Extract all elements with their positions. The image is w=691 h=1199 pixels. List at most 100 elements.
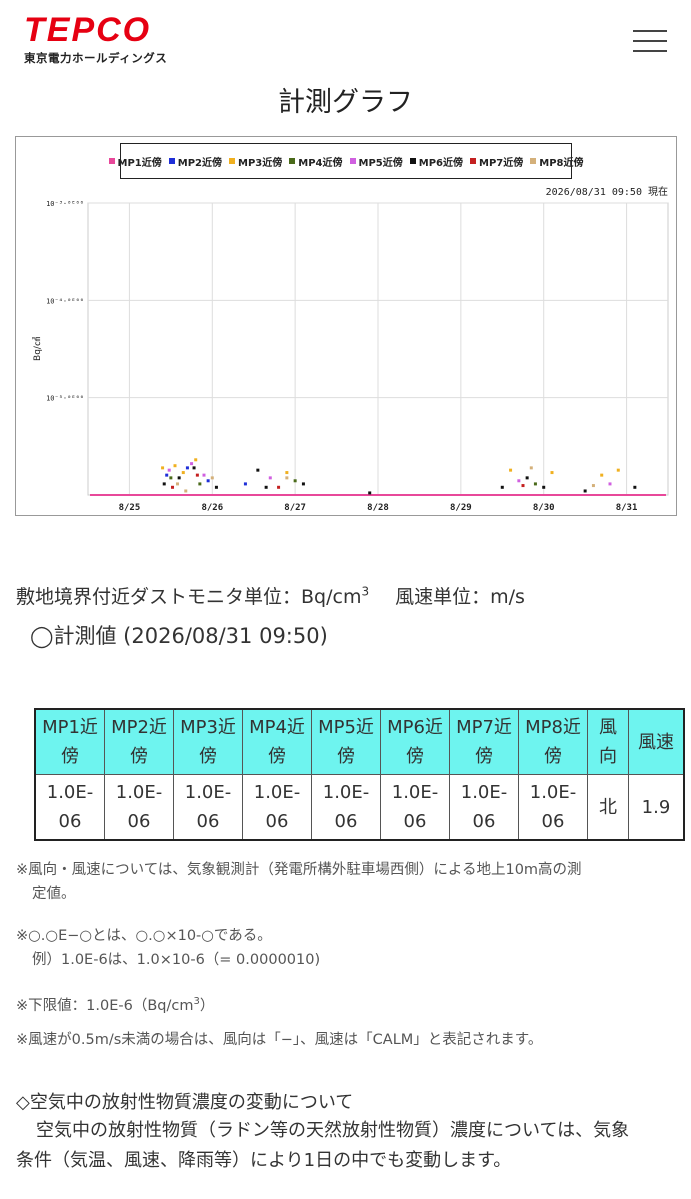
legend-swatch	[168, 158, 175, 164]
legend-item: MP6近傍	[409, 154, 463, 169]
data-point	[169, 476, 173, 480]
tepco-logo[interactable]: TEPCO 東京電力ホールディングス	[24, 12, 167, 66]
x-tick-label: 8/29	[450, 503, 472, 513]
legend-swatch	[108, 158, 115, 164]
legend-swatch	[229, 158, 235, 164]
data-point	[533, 482, 537, 486]
legend-item: MP5近傍	[349, 154, 403, 169]
logo-subtitle: 東京電力ホールディングス	[24, 51, 168, 65]
data-point	[608, 482, 612, 486]
legend-swatch	[409, 158, 416, 164]
data-point	[256, 468, 260, 472]
unit-superscript: 3	[361, 584, 370, 599]
section-heading: ◇空気中の放射性物質濃度の変動について	[16, 1092, 354, 1113]
note-calm: ※風速が0.5m/s未満の場合は、風向は「−」、風速は「CALM」と表記されます…	[16, 1032, 543, 1048]
data-point	[185, 466, 189, 470]
hamburger-menu-icon[interactable]	[633, 30, 667, 52]
legend-label: MP4近傍	[298, 157, 343, 169]
logo-wordmark: TEPCO	[24, 11, 152, 49]
x-tick-label: 8/31	[616, 503, 638, 513]
note-lower-limit-end: ）	[199, 997, 215, 1014]
table-cell: 1.9	[628, 774, 685, 841]
x-tick-label: 8/30	[533, 503, 555, 513]
legend-item: MP8近傍	[530, 154, 584, 169]
table-header-cell: 風速	[628, 708, 685, 775]
data-point	[529, 466, 533, 470]
legend-item: MP2近傍	[168, 154, 222, 169]
data-point	[600, 473, 604, 477]
data-point	[198, 482, 202, 486]
data-point	[509, 468, 513, 472]
legend-label: MP8近傍	[539, 157, 584, 169]
legend-swatch	[289, 158, 296, 164]
table-header-cell: MP4近傍	[242, 708, 312, 775]
dust-unit-label: 敷地境界付近ダストモニタ単位：Bq/cm	[16, 586, 362, 608]
data-point	[194, 458, 198, 462]
data-point	[173, 464, 177, 468]
y-tick-label: 10⁻⁵·⁰ᴱ⁰⁰	[46, 395, 84, 403]
data-point	[293, 479, 297, 483]
data-point	[202, 473, 206, 477]
y-axis-label: Bq/㎤	[32, 337, 43, 361]
chart-timestamp: 2026/08/31 09:50 現在	[545, 187, 668, 198]
page-title: 計測グラフ	[278, 87, 413, 118]
note-wind: ※風向・風速については、気象観測計（発電所構外駐車場西側）による地上10m高の測…	[16, 858, 582, 906]
legend-swatch	[470, 158, 476, 164]
y-tick-label: 10⁻³·⁰ᴱ⁰⁰	[46, 200, 84, 208]
note-lower-limit-text: 下限値：1.0E-6（Bq/cm	[28, 997, 194, 1014]
data-point	[243, 482, 247, 486]
table-cell: 1.0E- 06	[311, 774, 381, 841]
y-tick-label: 10⁻⁴·⁰ᴱ⁰⁰	[46, 297, 84, 305]
measurement-chart: 8/25 8/26 8/27 8/28 8/29 8/30 8/31 10⁻³·⁰ᴱ⁰⁰ 10⁻…	[15, 136, 677, 516]
x-tick-label: 8/28	[367, 503, 389, 513]
data-point	[368, 491, 372, 495]
data-point	[177, 476, 181, 480]
data-point	[167, 468, 171, 472]
table-header-cell: MP6近傍	[380, 708, 450, 775]
x-tick-label: 8/25	[119, 503, 141, 513]
measurement-table: MP1近傍 MP2近傍 MP3近傍 MP4近傍 MP5近傍 MP6近傍 MP7近傍 MP8近傍…	[34, 708, 685, 841]
legend-label: MP5近傍	[358, 157, 403, 169]
legend-label: MP1近傍	[117, 157, 162, 169]
table-cell: 1.0E- 06	[104, 774, 174, 841]
data-point	[268, 476, 272, 480]
legend-item: MP4近傍	[289, 154, 343, 169]
data-point	[181, 471, 185, 475]
data-point	[264, 485, 268, 489]
wind-unit-label: 風速単位：m/s	[395, 586, 525, 608]
data-point	[184, 489, 188, 493]
x-tick-label: 8/26	[201, 503, 223, 513]
table-header-cell: MP3近傍	[173, 708, 243, 775]
table-cell: 1.0E- 06	[380, 774, 450, 841]
paragraph-line1: 空気中の放射性物質（ラドン等の天然放射性物質）濃度については、気象	[36, 1120, 630, 1141]
data-point	[162, 482, 166, 486]
table-header-cell: 風向	[587, 708, 629, 775]
data-point	[214, 485, 218, 489]
table-cell: 1.0E- 06	[34, 774, 105, 841]
note-notation-line1: ※○.○E−○とは、○.○×10-○である。	[16, 928, 272, 944]
data-point	[517, 479, 521, 483]
data-point	[175, 482, 179, 486]
table-cell: 1.0E- 06	[242, 774, 312, 841]
legend-label: MP6近傍	[418, 157, 463, 169]
x-tick-label: 8/27	[284, 503, 306, 513]
note-notation-line2: 例）1.0E-6は、1.0×10-6（= 0.0000010)	[32, 952, 321, 968]
table-header-cell: MP7近傍	[449, 708, 519, 775]
table-cell: 1.0E- 06	[173, 774, 243, 841]
legend-label: MP7近傍	[479, 157, 524, 169]
legend-item: MP3近傍	[229, 154, 282, 169]
table-cell: 1.0E- 06	[449, 774, 519, 841]
note-notation: ※○.○E−○とは、○.○×10-○である。 例）1.0E-6は、1.0×10-…	[16, 924, 320, 972]
data-point	[500, 485, 504, 489]
data-point	[583, 489, 587, 493]
note-mark: ※	[16, 997, 29, 1014]
data-point	[192, 466, 196, 470]
data-point	[285, 476, 289, 480]
data-point	[206, 479, 210, 483]
measurement-heading: ◯計測値 (2026/08/31 09:50)	[30, 624, 328, 648]
data-point	[161, 466, 165, 470]
table-header-cell: MP5近傍	[311, 708, 381, 775]
data-point	[301, 482, 305, 486]
legend-item: MP7近傍	[470, 154, 523, 169]
legend-label: MP3近傍	[238, 157, 283, 169]
